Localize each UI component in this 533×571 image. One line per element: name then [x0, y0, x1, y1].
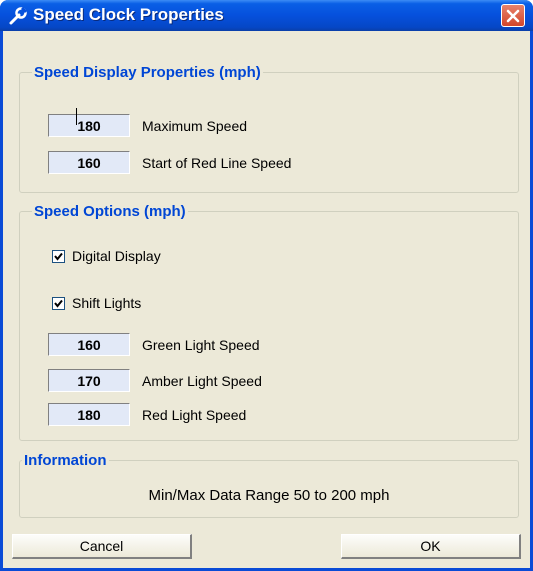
digital-display-checkbox[interactable]: [52, 250, 65, 263]
data-range-text: Min/Max Data Range 50 to 200 mph: [148, 487, 390, 504]
information-group: Information Min/Max Data Range 50 to 200…: [19, 452, 519, 518]
information-legend: Information: [24, 452, 107, 469]
shift-lights-label: Shift Lights: [72, 295, 142, 311]
text-caret: [76, 108, 77, 125]
max-speed-input[interactable]: [48, 114, 130, 137]
green-speed-input[interactable]: [48, 333, 130, 356]
checkmark-icon: [54, 252, 63, 261]
red-speed-input[interactable]: [48, 403, 130, 426]
max-speed-label: Maximum Speed: [142, 118, 248, 134]
properties-dialog: Speed Clock Properties Speed Display Pro…: [0, 0, 533, 571]
speed-display-legend: Speed Display Properties (mph): [34, 64, 261, 81]
close-button[interactable]: [501, 4, 525, 27]
checkmark-icon: [54, 299, 63, 308]
window-title: Speed Clock Properties: [33, 5, 224, 24]
speed-options-group: Speed Options (mph) Digital Display Shif…: [19, 203, 519, 441]
amber-speed-label: Amber Light Speed: [142, 373, 262, 389]
wrench-icon: [8, 6, 28, 26]
redline-speed-label: Start of Red Line Speed: [142, 155, 292, 171]
speed-display-group: Speed Display Properties (mph) Maximum S…: [19, 64, 519, 193]
green-speed-label: Green Light Speed: [142, 337, 260, 353]
cancel-button[interactable]: Cancel: [12, 534, 192, 559]
ok-button[interactable]: OK: [341, 534, 521, 559]
speed-options-legend: Speed Options (mph): [34, 203, 186, 220]
title-bar[interactable]: Speed Clock Properties: [0, 0, 533, 31]
digital-display-label: Digital Display: [72, 248, 161, 264]
amber-speed-input[interactable]: [48, 369, 130, 392]
redline-speed-input[interactable]: [48, 151, 130, 174]
shift-lights-checkbox[interactable]: [52, 297, 65, 310]
red-speed-label: Red Light Speed: [142, 407, 247, 423]
close-icon: [506, 9, 520, 23]
